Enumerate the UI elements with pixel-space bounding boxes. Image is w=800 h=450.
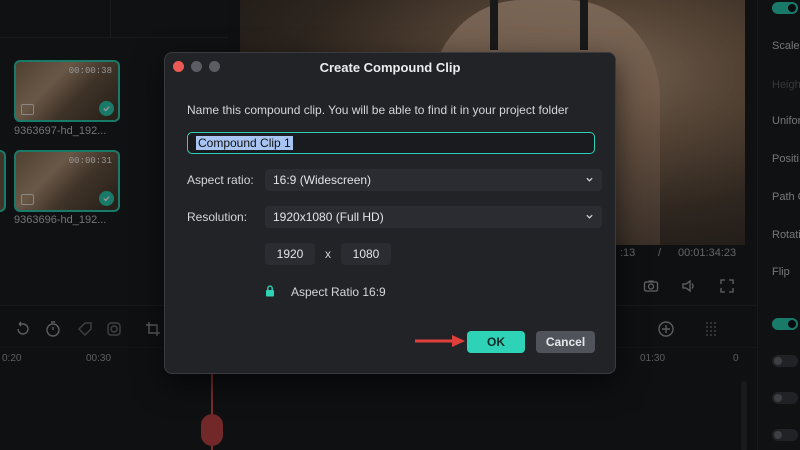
aspect-ratio-value: 16:9 (Widescreen) [273,173,372,187]
chevron-down-icon [586,214,593,219]
aspect-lock-label: Aspect Ratio 16:9 [291,285,386,299]
create-compound-clip-dialog: Create Compound Clip Name this compound … [164,52,616,374]
cancel-button[interactable]: Cancel [536,331,595,353]
lock-icon[interactable] [265,285,275,297]
aspect-ratio-select[interactable]: 16:9 (Widescreen) [265,169,602,191]
resolution-value: 1920x1080 (Full HD) [273,210,384,224]
height-input[interactable]: 1080 [341,243,391,265]
clip-name-value: Compound Clip 1 [196,136,293,150]
aspect-ratio-label: Aspect ratio: [187,173,254,187]
resolution-label: Resolution: [187,210,248,224]
width-input[interactable]: 1920 [265,243,315,265]
resolution-select[interactable]: 1920x1080 (Full HD) [265,206,602,228]
chevron-down-icon [586,177,593,182]
dimension-separator: x [325,247,331,261]
dialog-title: Create Compound Clip [319,60,461,75]
clip-name-input[interactable]: Compound Clip 1 [187,132,595,154]
ok-button[interactable]: OK [467,331,525,353]
app-window: 00:00:38 9363697-hd_192... 00:00:31 9363… [0,0,800,450]
arrow-icon [415,335,465,347]
dialog-description: Name this compound clip. You will be abl… [187,103,569,117]
